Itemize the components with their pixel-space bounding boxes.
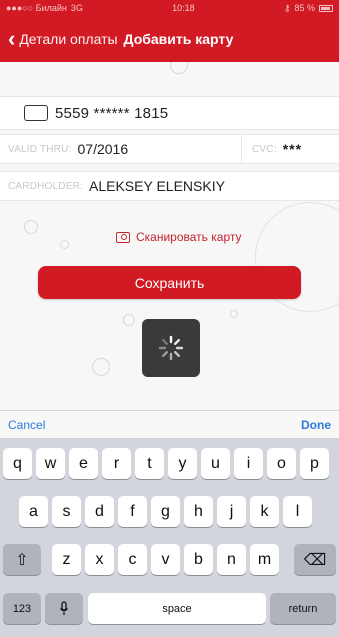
- content-area: 5559 ****** 1815 VALID THRU: 07/2016 CVC…: [0, 62, 339, 410]
- key[interactable]: f: [118, 496, 147, 527]
- key[interactable]: r: [102, 448, 131, 479]
- shift-key[interactable]: ⇧: [3, 544, 41, 575]
- key[interactable]: j: [217, 496, 246, 527]
- key[interactable]: q: [3, 448, 32, 479]
- numbers-key[interactable]: 123: [3, 593, 41, 624]
- back-button-label: Детали оплаты: [19, 31, 118, 47]
- return-key[interactable]: return: [270, 593, 336, 624]
- valid-thru-value: 07/2016: [77, 141, 129, 157]
- decor-bubble: [123, 314, 135, 326]
- battery-percent: 85 %: [294, 3, 315, 13]
- key[interactable]: v: [151, 544, 180, 575]
- key[interactable]: p: [300, 448, 329, 479]
- key[interactable]: c: [118, 544, 147, 575]
- cardholder-value: ALEKSEY ELENSKIY: [89, 178, 225, 194]
- key[interactable]: l: [283, 496, 312, 527]
- key[interactable]: x: [85, 544, 114, 575]
- done-button[interactable]: Done: [301, 418, 331, 432]
- scan-card-link[interactable]: Сканировать карту: [116, 230, 242, 244]
- lock-icon: ⚷: [283, 2, 291, 13]
- battery-icon: [319, 4, 333, 12]
- key[interactable]: i: [234, 448, 263, 479]
- page-title: Добавить карту: [123, 31, 234, 47]
- card-number-row[interactable]: 5559 ****** 1815: [0, 96, 339, 130]
- decor-bubble: [92, 358, 110, 376]
- key[interactable]: a: [19, 496, 48, 527]
- key[interactable]: b: [184, 544, 213, 575]
- spinner-icon: [158, 335, 184, 361]
- status-right: ⚷ 85 %: [284, 3, 333, 14]
- cvc-value: ***: [282, 141, 303, 157]
- credit-card-icon: [24, 105, 48, 121]
- key[interactable]: k: [250, 496, 279, 527]
- chevron-left-icon: ‹: [8, 26, 16, 51]
- back-button[interactable]: ‹ Детали оплаты: [8, 28, 118, 50]
- key[interactable]: n: [217, 544, 246, 575]
- key[interactable]: d: [85, 496, 114, 527]
- key[interactable]: h: [184, 496, 213, 527]
- decor-bubble: [60, 240, 69, 249]
- cvc-label: CVC:: [252, 143, 277, 155]
- key[interactable]: t: [135, 448, 164, 479]
- expiry-field[interactable]: VALID THRU: 07/2016: [0, 135, 242, 163]
- shift-icon: ⇧: [15, 551, 29, 569]
- app-screen: ●●●○○ Билайн 3G 10:18 ⚷ 85 % ‹ Детали оп…: [0, 0, 339, 637]
- key[interactable]: g: [151, 496, 180, 527]
- cvc-field[interactable]: CVC: ***: [242, 135, 339, 163]
- space-key[interactable]: space: [88, 593, 266, 624]
- key[interactable]: y: [168, 448, 197, 479]
- status-left: ●●●○○ Билайн 3G: [6, 3, 83, 13]
- status-time: 10:18: [172, 3, 195, 13]
- dictation-key[interactable]: [45, 593, 83, 624]
- cardholder-field[interactable]: CARDHOLDER: ALEKSEY ELENSKIY: [0, 171, 339, 201]
- cancel-button[interactable]: Cancel: [8, 418, 45, 432]
- cardholder-label: CARDHOLDER:: [8, 180, 83, 192]
- key[interactable]: z: [52, 544, 81, 575]
- save-button[interactable]: Сохранить: [38, 266, 301, 299]
- backspace-icon: ⌫: [303, 551, 327, 569]
- key[interactable]: w: [36, 448, 65, 479]
- carrier-label: ●●●○○ Билайн: [6, 3, 67, 13]
- key[interactable]: s: [52, 496, 81, 527]
- card-number-value: 5559 ****** 1815: [55, 104, 169, 122]
- network-label: 3G: [70, 3, 83, 13]
- key[interactable]: o: [267, 448, 296, 479]
- key[interactable]: m: [250, 544, 279, 575]
- key[interactable]: u: [201, 448, 230, 479]
- keyboard-accessory-bar: Cancel Done: [0, 410, 339, 438]
- keyboard: q w e r t y u i o p a s d f g h j k l ⇧ …: [0, 438, 339, 637]
- expiry-cvc-row: VALID THRU: 07/2016 CVC: ***: [0, 134, 339, 164]
- scan-card-label: Сканировать карту: [136, 230, 242, 244]
- decor-bubble: [170, 62, 188, 74]
- decor-bubble: [24, 220, 38, 234]
- key[interactable]: e: [69, 448, 98, 479]
- microphone-icon: [60, 600, 68, 615]
- valid-thru-label: VALID THRU:: [8, 143, 72, 155]
- decor-bubble: [230, 310, 238, 318]
- status-bar: ●●●○○ Билайн 3G 10:18 ⚷ 85 %: [0, 0, 339, 16]
- camera-icon: [116, 231, 130, 243]
- backspace-key[interactable]: ⌫: [294, 544, 336, 575]
- loading-overlay: [142, 319, 200, 377]
- nav-bar: ‹ Детали оплаты Добавить карту: [0, 16, 339, 62]
